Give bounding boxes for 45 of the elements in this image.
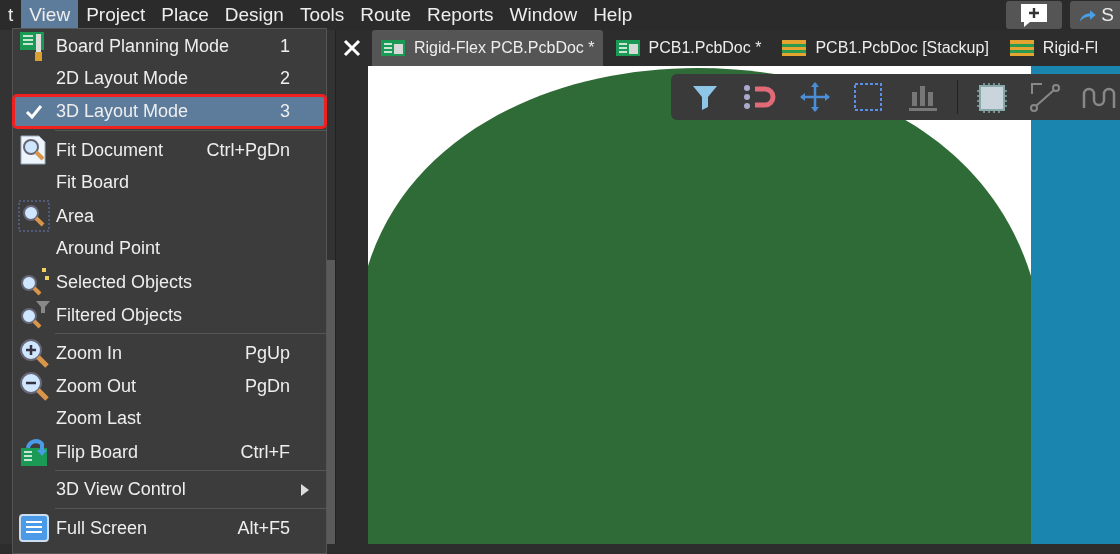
menu-item[interactable]: Help xyxy=(585,0,641,30)
menu-item[interactable]: Flip Board Ctrl+F xyxy=(13,435,326,468)
menu-item[interactable]: Board Planning Mode 1 xyxy=(13,29,326,62)
menu-item[interactable]: Zoom Out PgDn xyxy=(13,369,326,402)
menu-item[interactable]: 3D Layout Mode 3 xyxy=(13,95,326,128)
menu-item[interactable]: Design xyxy=(216,0,292,30)
menu-item[interactable]: Selected Objects xyxy=(13,265,326,298)
document-tab[interactable]: PCB1.PcbDoc * xyxy=(606,30,770,66)
menu-item[interactable]: Filtered Objects xyxy=(13,298,326,331)
pcb-document-icon xyxy=(614,38,641,58)
menu-item[interactable]: Route xyxy=(352,0,419,30)
menu-item[interactable]: Place xyxy=(153,0,217,30)
pcb-document-icon xyxy=(380,38,406,58)
zoom-in-icon xyxy=(18,337,50,369)
comment-button[interactable] xyxy=(1006,1,1062,29)
menu-item[interactable]: Reports xyxy=(419,0,502,30)
share-button[interactable]: S xyxy=(1070,1,1120,29)
flip-icon xyxy=(18,436,50,468)
menu-item[interactable]: Zoom Last xyxy=(13,402,326,435)
menu-item[interactable]: Full Screen Alt+F5 xyxy=(13,511,326,544)
panel-scrollbar[interactable] xyxy=(327,260,335,544)
layer-stack-icon xyxy=(1008,38,1035,58)
document-tab[interactable]: Rigid-Fl xyxy=(1000,30,1106,66)
menu-item[interactable]: Area xyxy=(13,199,326,232)
filter-zoom-icon xyxy=(18,299,50,331)
comment-add-icon xyxy=(1019,2,1049,28)
menu-item[interactable]: Fit Board xyxy=(13,166,326,199)
zoom-out-icon xyxy=(18,370,50,402)
menu-item[interactable]: 3D View Control xyxy=(13,473,326,506)
layer-stack-icon xyxy=(781,38,808,58)
document-tab[interactable]: PCB1.PcbDoc [Stackup] xyxy=(773,30,997,66)
menu-item[interactable]: Around Point xyxy=(13,232,326,265)
menu-item[interactable]: t xyxy=(0,0,22,30)
document-tab[interactable]: Rigid-Flex PCB.PcbDoc * xyxy=(372,30,603,66)
area-zoom-icon xyxy=(18,200,50,232)
menu-item[interactable]: Window xyxy=(501,0,586,30)
menu-item[interactable]: Zoom In PgUp xyxy=(13,336,326,369)
menu-item[interactable]: Fit Document Ctrl+PgDn xyxy=(13,133,326,166)
menu-item[interactable]: View xyxy=(21,0,79,30)
selected-zoom-icon xyxy=(18,266,50,298)
menu-item[interactable]: 2D Layout Mode 2 xyxy=(13,62,326,95)
menu-item[interactable]: Project xyxy=(78,0,154,30)
menu-item[interactable]: Tools xyxy=(291,0,353,30)
close-icon xyxy=(343,39,361,57)
screen-icon xyxy=(18,512,50,544)
